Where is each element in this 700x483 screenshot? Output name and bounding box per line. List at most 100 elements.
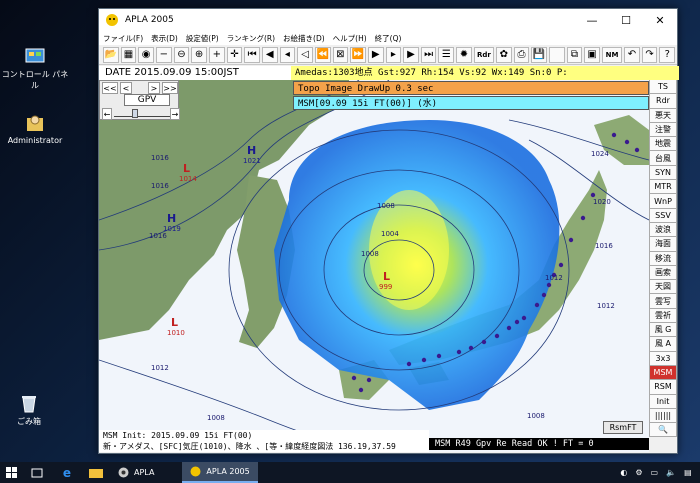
weather-map[interactable]: 1016 1016 1016 1012 1008 1004 1024 1020 1016 1012… [99,80,649,452]
zoom-out-circle-icon[interactable]: ⊖ [173,46,190,63]
print-icon[interactable]: ⎙ [513,46,530,63]
close-button[interactable]: ✕ [643,9,677,31]
sidebar-button-12[interactable]: 移流 [649,251,677,266]
prev-frame-icon[interactable]: ◀ [261,46,278,63]
nav-next-button[interactable]: > [148,82,160,94]
sidebar-button-19[interactable]: 3x3 [649,351,677,366]
sidebar-button-21[interactable]: RSM [649,380,677,395]
sidebar-button-14[interactable]: 天図 [649,280,677,295]
menu-help[interactable]: ヘルプ(H) [333,33,367,44]
sidebar-button-22[interactable]: Init [649,394,677,409]
sidebar-button-7[interactable]: MTR [649,180,677,195]
tray-settings-icon[interactable]: ⚙ [635,468,642,477]
copy-icon[interactable]: ⧉ [566,46,583,63]
globe-icon[interactable]: ◉ [138,46,154,63]
sidebar-button-6[interactable]: SYN [649,165,677,181]
fast-forward-icon[interactable]: ⏩ [350,46,366,63]
back-fast-icon[interactable]: ⏪ [314,46,331,63]
step-forward-icon[interactable]: ▸ [385,46,402,63]
desktop-icon-control-panel[interactable]: コントロール パネル [0,45,70,91]
slider-knob[interactable] [132,109,138,118]
nm-button[interactable]: NM [601,46,623,63]
open-icon[interactable]: 📂 [103,46,119,63]
sidebar-button-17[interactable]: 風 G [649,323,677,338]
rsmft-button[interactable]: RsmFT [603,421,643,434]
desktop-icon-recycle-bin[interactable]: ごみ箱 [0,392,64,427]
nav-next-fast-button[interactable]: >> [162,82,178,94]
sidebar-button-0[interactable]: TS [649,80,677,95]
step-back-icon[interactable]: ◂ [279,46,296,63]
radar-button[interactable]: Rdr [473,46,494,63]
nav-prev-button[interactable]: < [120,82,132,94]
sidebar-button-4[interactable]: 地震 [649,137,677,152]
tray-volume-icon[interactable]: 🔈 [666,468,676,477]
tray-network-icon[interactable]: ▭ [651,468,659,477]
tray-app-icon[interactable]: ◐ [620,468,627,477]
next-frame-icon[interactable]: ▶ [403,46,419,63]
redo-icon[interactable]: ↷ [641,46,658,63]
pressure-center-value: 1019 [163,225,181,233]
sidebar-button-24[interactable]: 🔍 [649,423,677,438]
menu-ranking[interactable]: ランキング(R) [227,33,275,44]
sidebar-button-23[interactable]: |||||| [649,408,677,424]
menu-file[interactable]: ファイル(F) [103,33,143,44]
sidebar-button-13[interactable]: 画索 [649,265,677,281]
undo-icon[interactable]: ↶ [624,46,640,63]
zoom-in-circle-icon[interactable]: ⊕ [191,46,207,63]
sidebar-button-10[interactable]: 波浪 [649,222,677,238]
gpv-selector[interactable]: GPV [124,94,170,106]
msm-message: MSM[09.09 15i FT(00)] (水) [293,96,649,110]
menu-drawing[interactable]: お絵描き(D) [283,33,325,44]
nav-prev-fast-button[interactable]: << [102,82,118,94]
calendar-icon[interactable]: ▦ [120,46,137,63]
zoom-out-icon[interactable]: − [155,46,172,63]
windows-logo-icon [5,467,17,478]
menu-settings[interactable]: 設定値(P) [186,33,219,44]
play-back-icon[interactable]: ◁ [297,46,313,63]
arrow-left-button[interactable]: ← [102,108,112,120]
notification-icon[interactable]: ▤ [684,468,692,477]
task-view-button[interactable] [22,462,52,483]
topo-message: Topo Image DrawUp 0.3 sec [293,81,649,95]
sidebar-button-1[interactable]: Rdr [649,94,677,109]
first-frame-icon[interactable]: ⏮ [244,46,260,63]
edge-icon[interactable]: e [52,462,82,483]
last-frame-icon[interactable]: ⏭ [420,46,437,63]
sidebar-button-20[interactable]: MSM [649,365,677,381]
desktop-icon-administrator[interactable]: Administrator [0,112,70,145]
sidebar-button-15[interactable]: 雲写 [649,294,677,309]
list-icon[interactable]: ☰ [438,46,455,63]
taskbar-app-apla-2005[interactable]: APLA 2005 [182,462,258,483]
sidebar-button-5[interactable]: 台風 [649,151,677,166]
crosshair-icon[interactable]: ✛ [226,46,243,63]
arrow-right-button[interactable]: → [170,108,180,120]
menu-quit[interactable]: 終了(Q) [375,33,402,44]
sidebar-button-3[interactable]: 注警 [649,122,677,138]
sidebar-button-18[interactable]: 風 A [649,337,677,352]
file-explorer-button[interactable] [82,462,110,483]
sidebar-button-8[interactable]: WnP [649,194,677,209]
help-icon[interactable]: ? [659,46,676,63]
sidebar-button-2[interactable]: 悪天 [649,108,677,123]
play-icon[interactable]: ▶ [367,46,384,63]
image-icon[interactable]: ▣ [584,46,600,63]
maximize-button[interactable]: ☐ [609,9,643,31]
plus-icon[interactable]: + [208,46,225,63]
time-slider[interactable] [114,109,170,118]
sidebar-button-11[interactable]: 海面 [649,237,677,252]
title-bar[interactable]: APLA 2005 — ☐ ✕ [99,9,677,31]
taskbar-app-apla[interactable]: APLA [110,462,162,483]
system-tray[interactable]: ◐ ⚙ ▭ 🔈 ▤ [612,462,700,483]
fan-icon[interactable]: ✿ [495,46,512,63]
menu-view[interactable]: 表示(D) [151,33,178,44]
isobar-label: 1012 [597,302,615,310]
blank-icon[interactable] [548,46,565,63]
minimize-button[interactable]: — [575,9,609,31]
sidebar-button-16[interactable]: 雲祈 [649,308,677,324]
save-icon[interactable]: 💾 [531,46,547,63]
fit-icon[interactable]: ⊠ [332,46,349,63]
settings-gear-icon[interactable]: ✹ [456,46,472,63]
start-button[interactable] [0,462,22,483]
sidebar-button-9[interactable]: SSV [649,208,677,223]
map-canvas[interactable]: 1016 1016 1016 1012 1008 1004 1024 1020 1016 1012… [99,80,649,452]
